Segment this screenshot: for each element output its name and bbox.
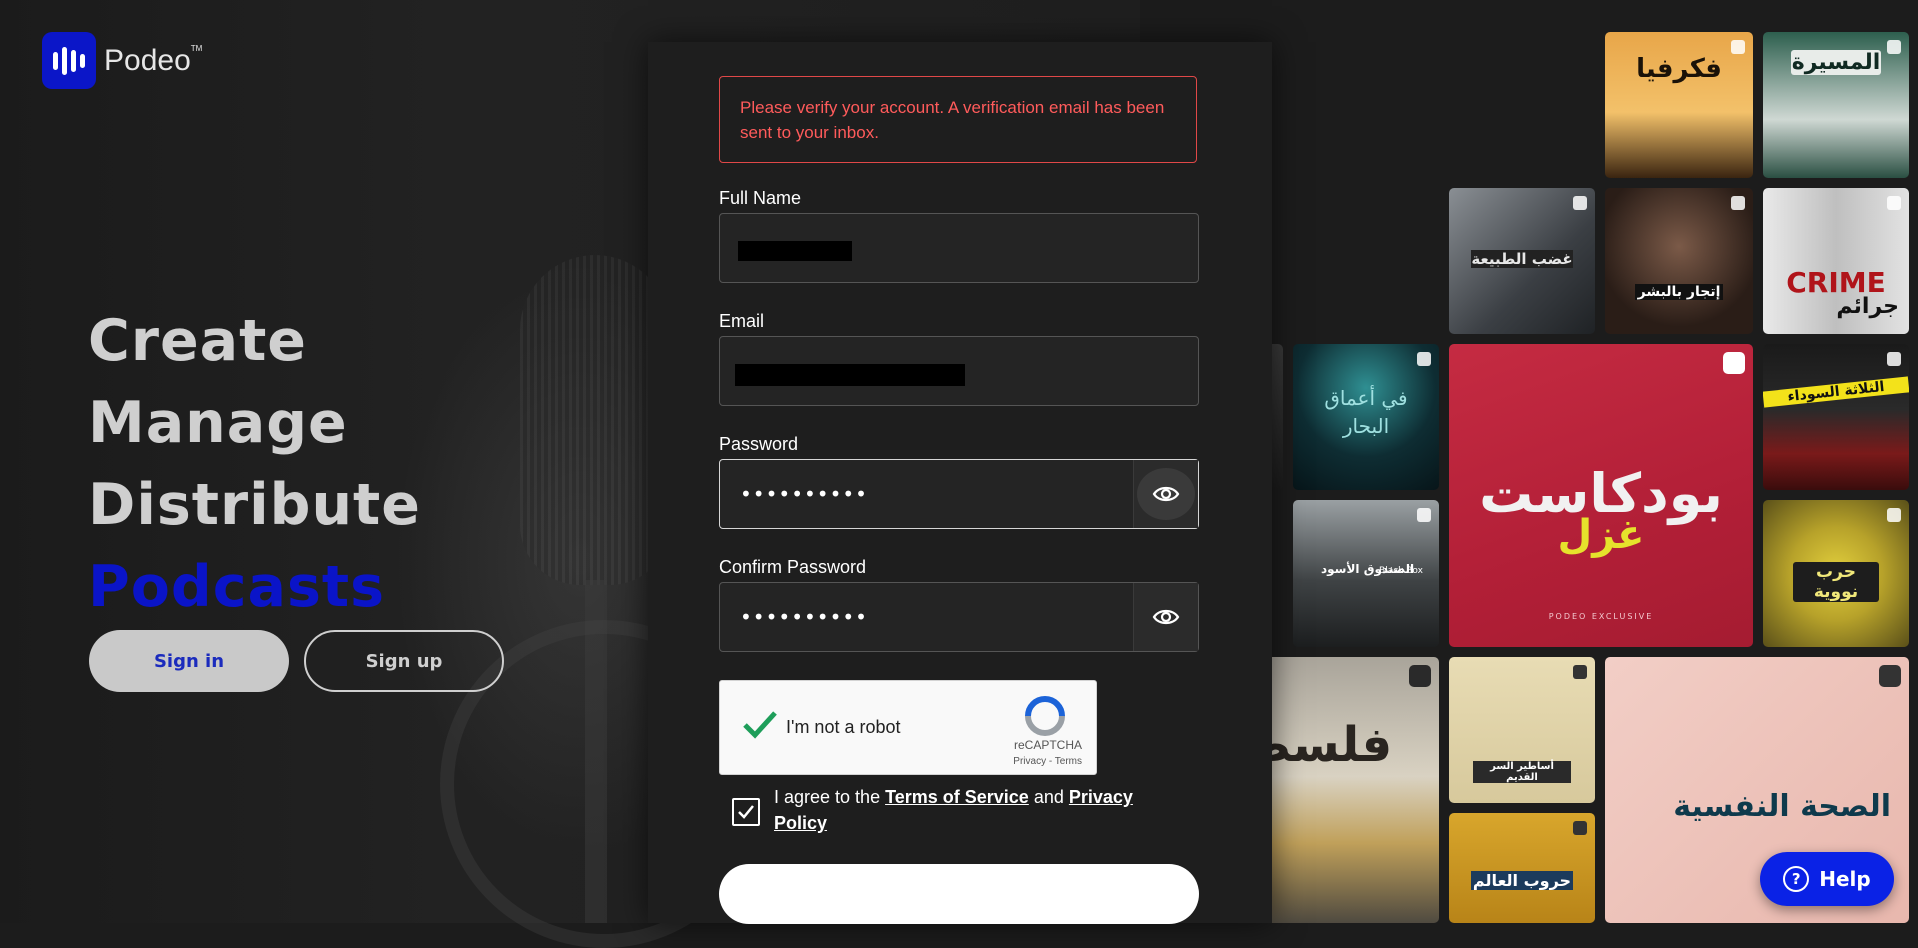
terms-checkbox[interactable] xyxy=(732,798,760,826)
tile-title: الثلاثة السوداء xyxy=(1763,376,1909,408)
recaptcha-brand: reCAPTCHA xyxy=(1013,738,1082,752)
tile-title: في أعماق البحار xyxy=(1324,386,1408,438)
password-visibility-toggle[interactable] xyxy=(1133,460,1198,528)
password-value: •••••••••• xyxy=(740,482,868,506)
podcast-tile-nuclear[interactable]: حرب نووية xyxy=(1763,500,1909,647)
podcast-tile-black-three[interactable]: الثلاثة السوداء xyxy=(1763,344,1909,490)
check-icon xyxy=(743,711,777,739)
podcast-tile-wars[interactable]: حروب العالم xyxy=(1449,813,1595,923)
email-field[interactable] xyxy=(719,336,1199,406)
recaptcha-widget[interactable]: I'm not a robot reCAPTCHA Privacy - Term… xyxy=(719,680,1097,775)
sign-in-button[interactable]: Sign in xyxy=(89,630,289,692)
tagline-line-create: Create xyxy=(88,308,307,374)
tagline-accent: Podcasts xyxy=(88,554,386,620)
redacted-value xyxy=(738,241,852,261)
tagline-line-manage: Manage xyxy=(88,390,348,456)
terms-of-service-link[interactable]: Terms of Service xyxy=(885,787,1029,807)
tile-title: أساطير السر القديم xyxy=(1473,761,1571,783)
podeo-logo-icon xyxy=(42,32,96,89)
full-name-label: Full Name xyxy=(719,188,802,208)
confirm-password-visibility-toggle[interactable] xyxy=(1133,583,1198,651)
confirm-password-value: •••••••••• xyxy=(740,605,868,629)
redacted-value xyxy=(735,364,965,386)
password-label: Password xyxy=(719,434,799,454)
question-icon: ? xyxy=(1783,866,1810,892)
eye-icon xyxy=(1152,486,1180,502)
hero-tagline: Create Manage Distribute Podcasts xyxy=(88,300,421,628)
tile-subtitle: غزل xyxy=(1557,512,1645,558)
podcast-tile-blackbox[interactable]: الصندوق الأسود Black Box xyxy=(1293,500,1439,647)
podcast-tile-trafficking[interactable]: إتجار بالبشر xyxy=(1605,188,1753,334)
tile-title: حروب العالم xyxy=(1471,871,1573,890)
submit-button[interactable] xyxy=(719,864,1199,924)
tile-title: الصحة النفسية xyxy=(1673,789,1891,824)
tile-footer: PODEO EXCLUSIVE xyxy=(1548,612,1654,621)
full-name-field[interactable] xyxy=(719,213,1199,283)
tile-title: فكرفيا xyxy=(1636,54,1722,84)
eye-icon xyxy=(1152,609,1180,625)
tile-title: إتجار بالبشر xyxy=(1635,284,1723,300)
checkmark-icon xyxy=(738,805,754,819)
terms-agreement-text: I agree to the Terms of Service and Priv… xyxy=(774,787,1133,833)
podcast-tile-almasira[interactable]: المسيرة xyxy=(1763,32,1909,178)
logo-text: Podeo xyxy=(104,43,191,77)
podcast-tile-fakrafia[interactable]: فكرفيا xyxy=(1605,32,1753,178)
trademark: TM xyxy=(190,43,203,53)
confirm-password-label: Confirm Password xyxy=(719,557,867,577)
recaptcha-label: I'm not a robot xyxy=(786,717,901,737)
podcast-tile-seas[interactable]: في أعماق البحار xyxy=(1293,344,1439,490)
podcast-tile-legends[interactable]: أساطير السر القديم xyxy=(1449,657,1595,803)
email-label: Email xyxy=(719,311,765,331)
tile-subtitle: جرائم xyxy=(1836,294,1899,319)
podcast-tile-ghazal[interactable]: بودكاست غزل PODEO EXCLUSIVE xyxy=(1449,344,1753,647)
podcast-tile-crime[interactable]: CRIME جرائم xyxy=(1763,188,1909,334)
tile-subtitle: Black Box xyxy=(1379,566,1423,576)
signup-form-panel: Please verify your account. A verificati… xyxy=(648,42,1272,924)
help-button[interactable]: ? Help xyxy=(1760,852,1894,906)
sign-up-button[interactable]: Sign up xyxy=(304,630,504,692)
password-field[interactable]: •••••••••• xyxy=(719,459,1199,529)
confirm-password-field[interactable]: •••••••••• xyxy=(719,582,1199,652)
tile-title: حرب نووية xyxy=(1793,562,1879,602)
tagline-line-distribute: Distribute xyxy=(88,472,421,538)
recaptcha-logo-icon xyxy=(1025,696,1065,736)
podcast-tile-nature[interactable]: غضب الطبيعة xyxy=(1449,188,1595,334)
verification-alert: Please verify your account. A verificati… xyxy=(719,76,1197,163)
help-label: Help xyxy=(1819,867,1871,891)
tile-title: غضب الطبيعة xyxy=(1471,250,1573,268)
tile-title: المسيرة xyxy=(1791,50,1881,75)
recaptcha-links[interactable]: Privacy - Terms xyxy=(1013,756,1082,767)
podeo-logo[interactable]: PodeoTM xyxy=(42,32,202,89)
